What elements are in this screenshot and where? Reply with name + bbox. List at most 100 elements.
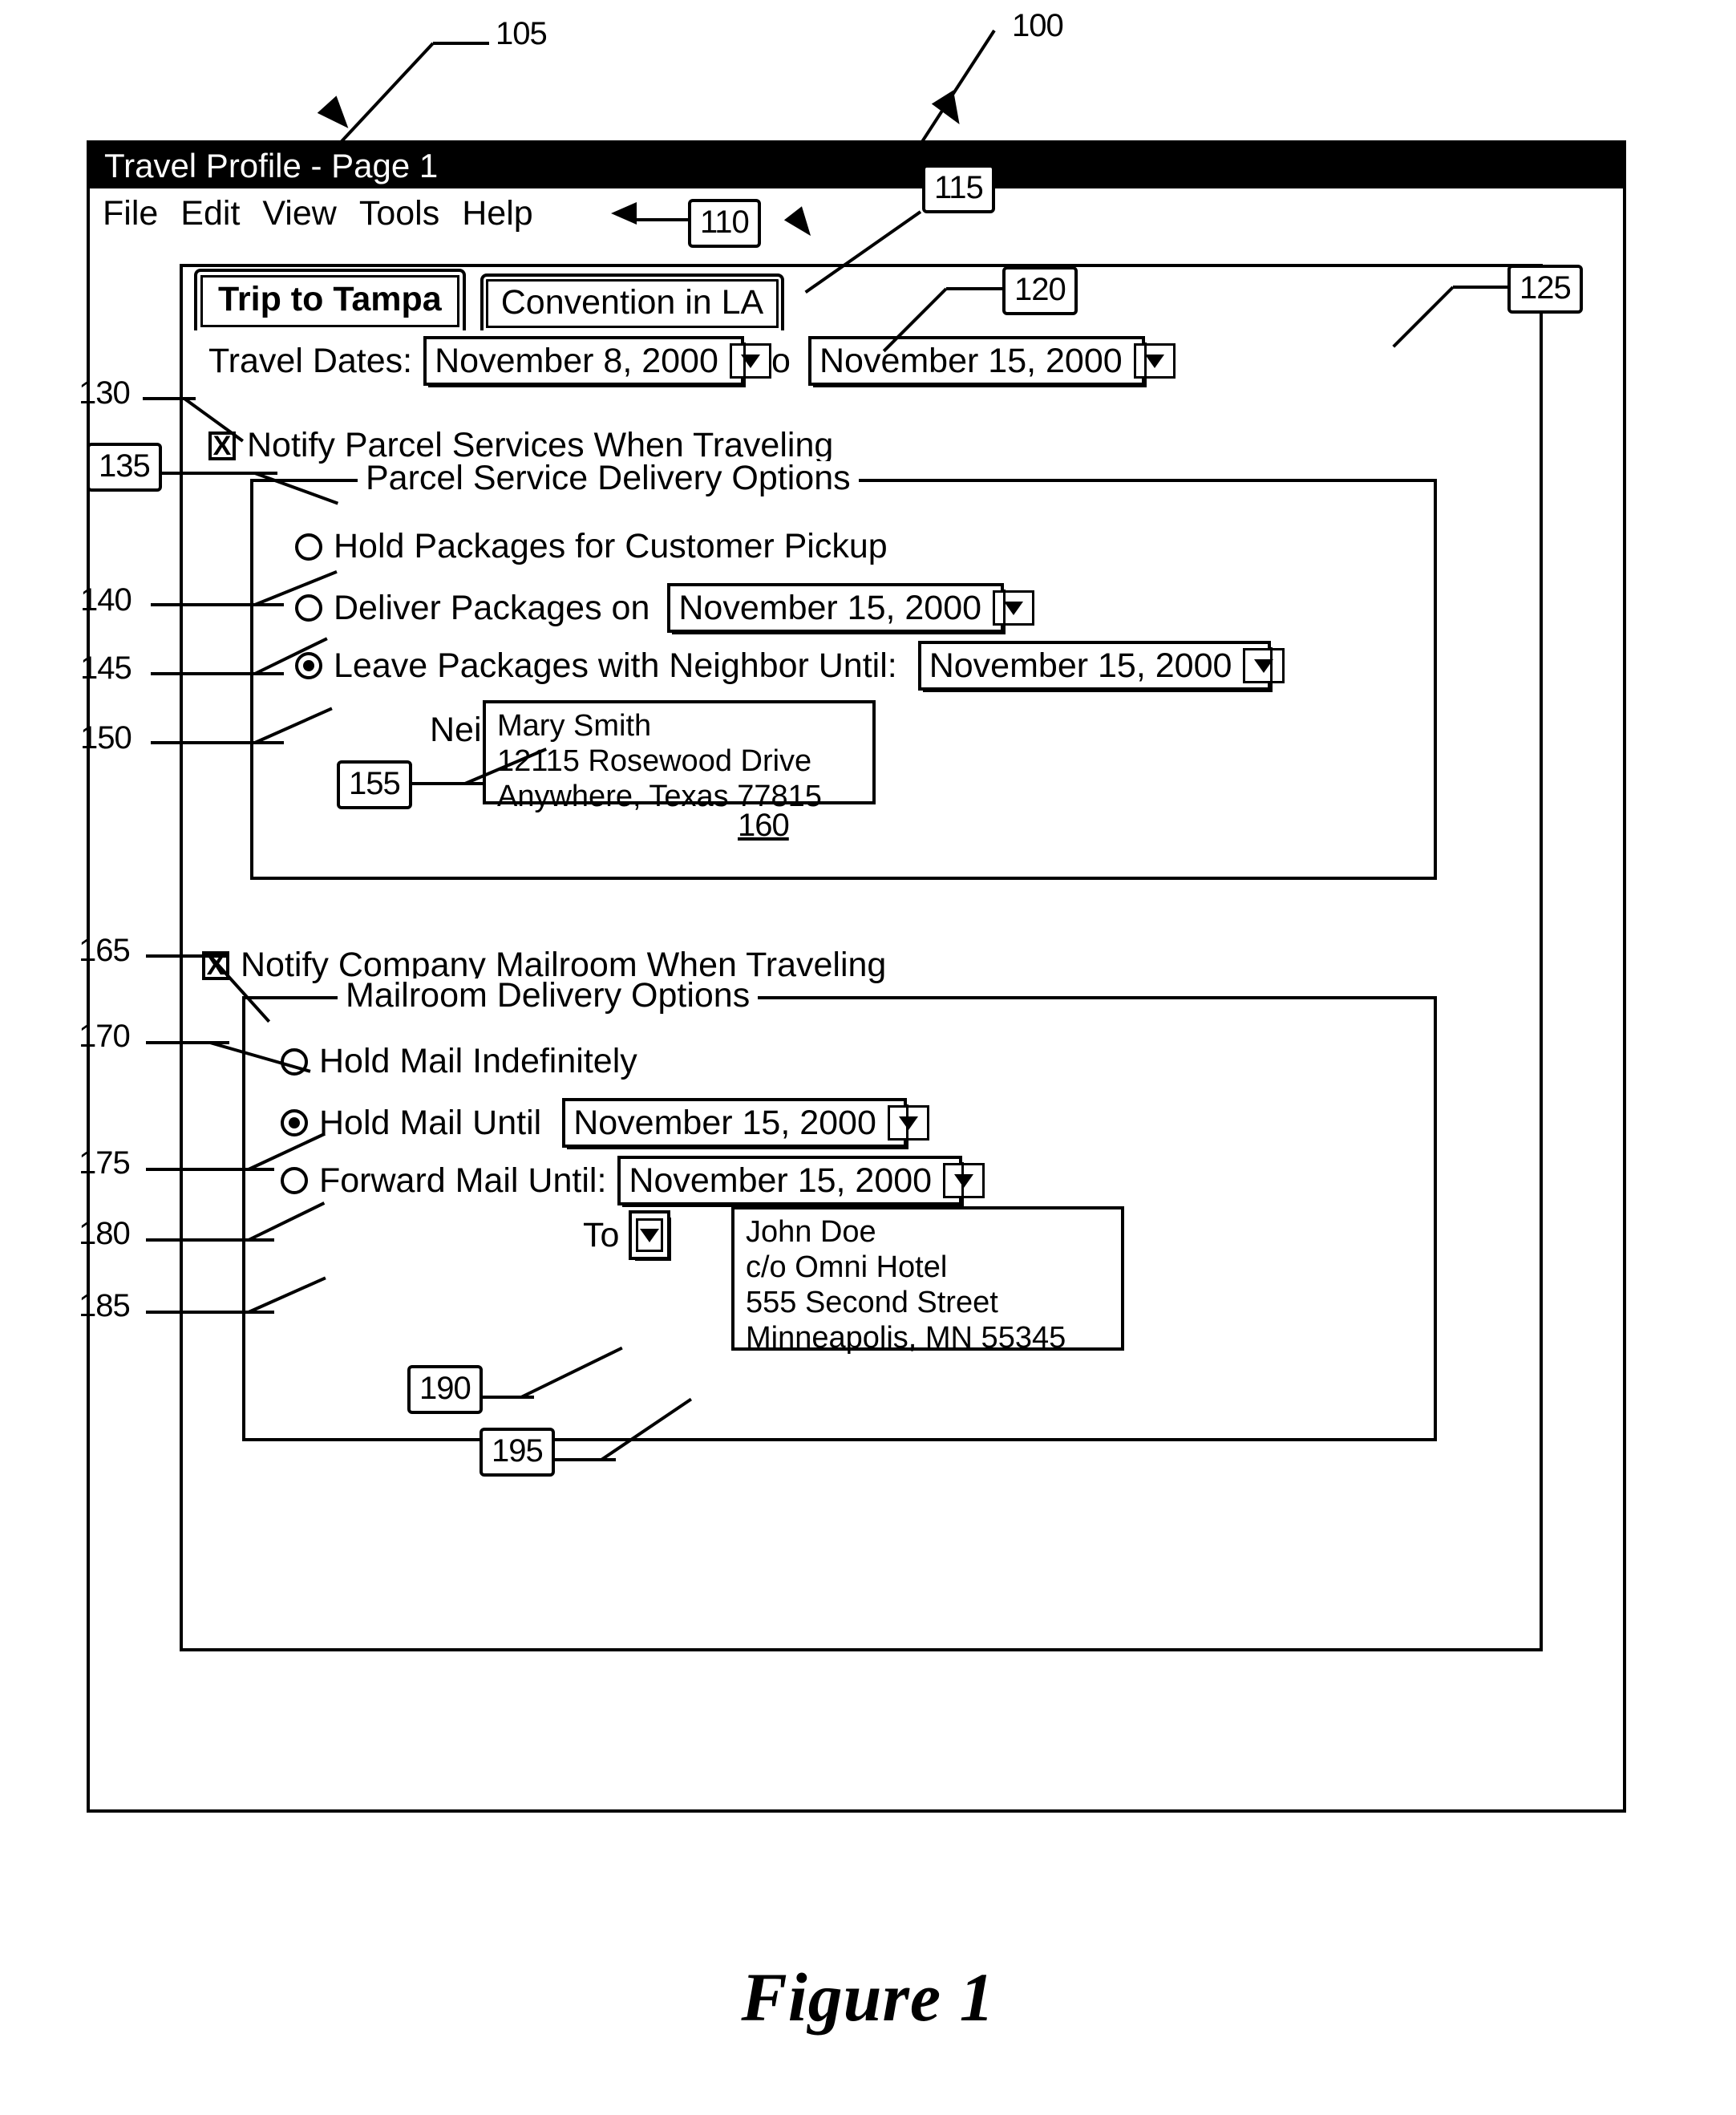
menu-item-file[interactable]: File xyxy=(103,194,158,233)
menu-item-help[interactable]: Help xyxy=(462,194,532,233)
forward-mail-until-row[interactable]: Forward Mail Until: November 15, 2000 xyxy=(281,1156,985,1207)
menu-item-tools[interactable]: Tools xyxy=(359,194,439,233)
window-title-bar: Travel Profile - Page 1 xyxy=(90,144,1623,188)
window-title: Travel Profile - Page 1 xyxy=(104,147,439,184)
chevron-down-icon xyxy=(640,1228,660,1242)
callout-155: 155 xyxy=(337,760,412,809)
callout-160: 160 xyxy=(738,808,790,843)
patent-figure-sheet: 105 100 Travel Profile - Page 1 File Edi… xyxy=(0,0,1736,2115)
travel-dates-row: Travel Dates: November 8, 2000 to Novemb… xyxy=(208,336,1176,387)
hold-mail-indefinitely-label: Hold Mail Indefinitely xyxy=(319,1042,637,1080)
leader-145-h xyxy=(151,672,284,675)
deliver-packages-date-combo[interactable]: November 15, 2000 xyxy=(667,583,1035,634)
leader-180-h xyxy=(146,1238,274,1242)
forward-mail-until-dropdown-button[interactable] xyxy=(943,1163,985,1198)
to-dropdown-inner xyxy=(636,1218,664,1252)
forward-mail-until-label: Forward Mail Until: xyxy=(319,1161,607,1200)
travel-date-from-combo[interactable]: November 8, 2000 xyxy=(423,336,771,387)
callout-185: 185 xyxy=(79,1288,131,1323)
callout-110: 110 xyxy=(688,199,761,248)
hold-packages-option-row[interactable]: Hold Packages for Customer Pickup xyxy=(295,527,888,566)
forward-mail-until-date-value: November 15, 2000 xyxy=(629,1161,933,1200)
leader-155-h xyxy=(407,782,486,785)
hold-packages-radio[interactable] xyxy=(295,533,322,561)
tab-label: Trip to Tampa xyxy=(218,280,442,318)
to-address-line: c/o Omni Hotel xyxy=(746,1250,948,1284)
menu-item-edit[interactable]: Edit xyxy=(180,194,240,233)
tab-strip: Trip to Tampa Convention in LA xyxy=(194,269,785,330)
deliver-packages-date-value: November 15, 2000 xyxy=(678,588,982,627)
chevron-down-icon xyxy=(898,1116,918,1130)
forward-mail-until-radio[interactable] xyxy=(281,1167,308,1194)
to-address-box[interactable]: John Doe c/o Omni Hotel 555 Second Stree… xyxy=(731,1206,1124,1355)
hold-mail-indefinitely-row[interactable]: Hold Mail Indefinitely xyxy=(281,1042,637,1081)
radio-selected-dot xyxy=(303,660,314,671)
travel-date-from-dropdown-button[interactable] xyxy=(729,343,771,379)
leader-105 xyxy=(433,42,489,45)
callout-125: 125 xyxy=(1507,265,1583,314)
deliver-packages-dropdown-button[interactable] xyxy=(993,590,1035,626)
application-window: Travel Profile - Page 1 File Edit View T… xyxy=(87,140,1626,1813)
leader-175-h xyxy=(146,1168,274,1171)
neighbor-address-line: 12115 Rosewood Drive xyxy=(497,744,812,778)
to-dropdown-button[interactable] xyxy=(629,1210,672,1261)
to-address-line: John Doe xyxy=(746,1215,876,1249)
neighbor-address-line: Mary Smith xyxy=(497,709,652,743)
tab-trip-to-tampa[interactable]: Trip to Tampa xyxy=(194,269,466,330)
parcel-group-legend: Parcel Service Delivery Options xyxy=(358,461,859,496)
callout-170: 170 xyxy=(79,1019,131,1054)
callout-180: 180 xyxy=(79,1216,131,1251)
chevron-down-icon xyxy=(1144,354,1164,368)
leader-140-h xyxy=(151,603,284,606)
hold-packages-label: Hold Packages for Customer Pickup xyxy=(334,527,888,565)
callout-140: 140 xyxy=(80,582,132,618)
deliver-packages-radio[interactable] xyxy=(295,594,322,622)
callout-175: 175 xyxy=(79,1145,131,1181)
deliver-packages-label: Deliver Packages on xyxy=(334,588,650,627)
hold-mail-until-row[interactable]: Hold Mail Until November 15, 2000 xyxy=(281,1098,929,1149)
neighbor-address-line: Anywhere, Texas 77815 xyxy=(497,780,822,813)
callout-130: 130 xyxy=(79,375,131,411)
hold-mail-until-date-value: November 15, 2000 xyxy=(573,1103,876,1142)
callout-150: 150 xyxy=(80,720,132,756)
to-label: To xyxy=(583,1215,620,1254)
hold-mail-until-radio[interactable] xyxy=(281,1109,308,1137)
forward-mail-until-date-combo[interactable]: November 15, 2000 xyxy=(617,1156,985,1207)
travel-date-to-dropdown-button[interactable] xyxy=(1133,343,1176,379)
travel-dates-label: Travel Dates: xyxy=(208,341,413,380)
tab-convention-in-la[interactable]: Convention in LA xyxy=(480,273,785,330)
mailroom-group-legend: Mailroom Delivery Options xyxy=(338,978,759,1013)
travel-date-from-value: November 8, 2000 xyxy=(435,341,718,380)
hold-mail-until-dropdown-button[interactable] xyxy=(887,1105,929,1141)
hold-mail-until-date-combo[interactable]: November 15, 2000 xyxy=(562,1098,929,1149)
leader-165-h xyxy=(146,954,229,958)
travel-date-to-combo[interactable]: November 15, 2000 xyxy=(807,336,1176,387)
leave-packages-radio[interactable] xyxy=(295,652,322,679)
callout-195: 195 xyxy=(480,1428,555,1477)
arrowhead-110 xyxy=(611,202,637,225)
leave-packages-date-value: November 15, 2000 xyxy=(929,646,1232,685)
leader-125-h xyxy=(1453,286,1512,289)
leave-packages-dropdown-button[interactable] xyxy=(1243,648,1285,683)
figure-caption: Figure 1 xyxy=(741,1959,995,2036)
leave-packages-date-combo[interactable]: November 15, 2000 xyxy=(917,641,1285,692)
callout-190: 190 xyxy=(407,1365,483,1414)
callout-120: 120 xyxy=(1002,266,1078,315)
leave-packages-label: Leave Packages with Neighbor Until: xyxy=(334,646,897,685)
deliver-packages-option-row[interactable]: Deliver Packages on November 15, 2000 xyxy=(295,583,1035,634)
leader-110 xyxy=(633,218,691,221)
to-selector-row[interactable]: To xyxy=(583,1210,672,1261)
checkmark-icon: X xyxy=(212,430,232,461)
leave-packages-option-row[interactable]: Leave Packages with Neighbor Until: Nove… xyxy=(295,641,1285,692)
chevron-down-icon xyxy=(954,1173,974,1188)
callout-165: 165 xyxy=(79,933,131,968)
callout-135: 135 xyxy=(87,443,162,492)
tab-label: Convention in LA xyxy=(500,283,764,322)
leader-195-h xyxy=(552,1458,616,1461)
callout-105: 105 xyxy=(496,16,548,51)
leader-120-h xyxy=(946,287,1007,290)
hold-mail-until-label: Hold Mail Until xyxy=(319,1103,542,1142)
leader-150-h xyxy=(151,741,284,744)
menu-item-view[interactable]: View xyxy=(262,194,336,233)
chevron-down-icon xyxy=(1254,658,1274,673)
